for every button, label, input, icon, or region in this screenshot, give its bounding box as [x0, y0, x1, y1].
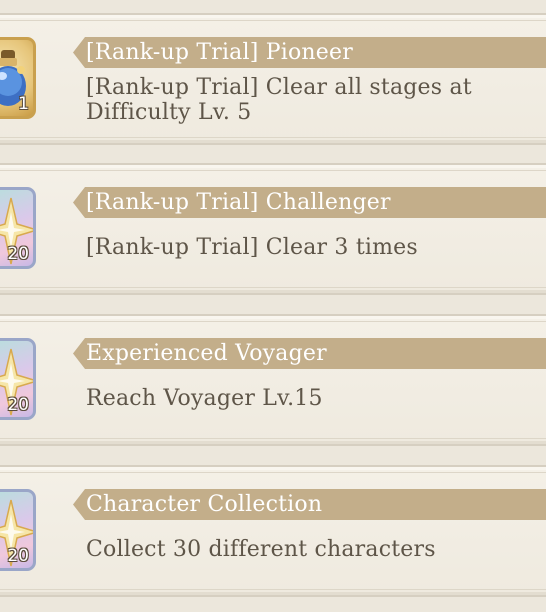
reward-quantity: 20: [7, 546, 29, 566]
reward-item-crystal[interactable]: 20: [0, 338, 36, 420]
achievement-card-character-collection[interactable]: 20 Character Collection Collect 30 diffe…: [0, 465, 546, 597]
achievement-description: [Rank-up Trial] Clear all stages at Diff…: [86, 75, 472, 125]
achievement-card-challenger[interactable]: 20 [Rank-up Trial] Challenger [Rank-up T…: [0, 163, 546, 295]
reward-quantity: 20: [7, 244, 29, 264]
achievement-title: Experienced Voyager: [86, 341, 327, 366]
achievement-list: 1 [Rank-up Trial] Pioneer [Rank-up Trial…: [0, 0, 546, 612]
reward-quantity: 20: [7, 395, 29, 415]
achievement-title: [Rank-up Trial] Pioneer: [86, 40, 353, 65]
achievement-description: [Rank-up Trial] Clear 3 times: [86, 235, 418, 260]
reward-item-crystal[interactable]: 20: [0, 489, 36, 571]
achievement-card-experienced-voyager[interactable]: 20 Experienced Voyager Reach Voyager Lv.…: [0, 314, 546, 446]
reward-quantity: 1: [18, 94, 29, 114]
achievement-card-pioneer[interactable]: 1 [Rank-up Trial] Pioneer [Rank-up Trial…: [0, 13, 546, 145]
achievement-description: Collect 30 different characters: [86, 537, 436, 562]
achievement-description: Reach Voyager Lv.15: [86, 386, 323, 411]
achievement-title: Character Collection: [86, 492, 323, 517]
reward-item-crystal[interactable]: 20: [0, 187, 36, 269]
achievement-title: [Rank-up Trial] Challenger: [86, 190, 391, 215]
reward-item-potion[interactable]: 1: [0, 37, 36, 119]
